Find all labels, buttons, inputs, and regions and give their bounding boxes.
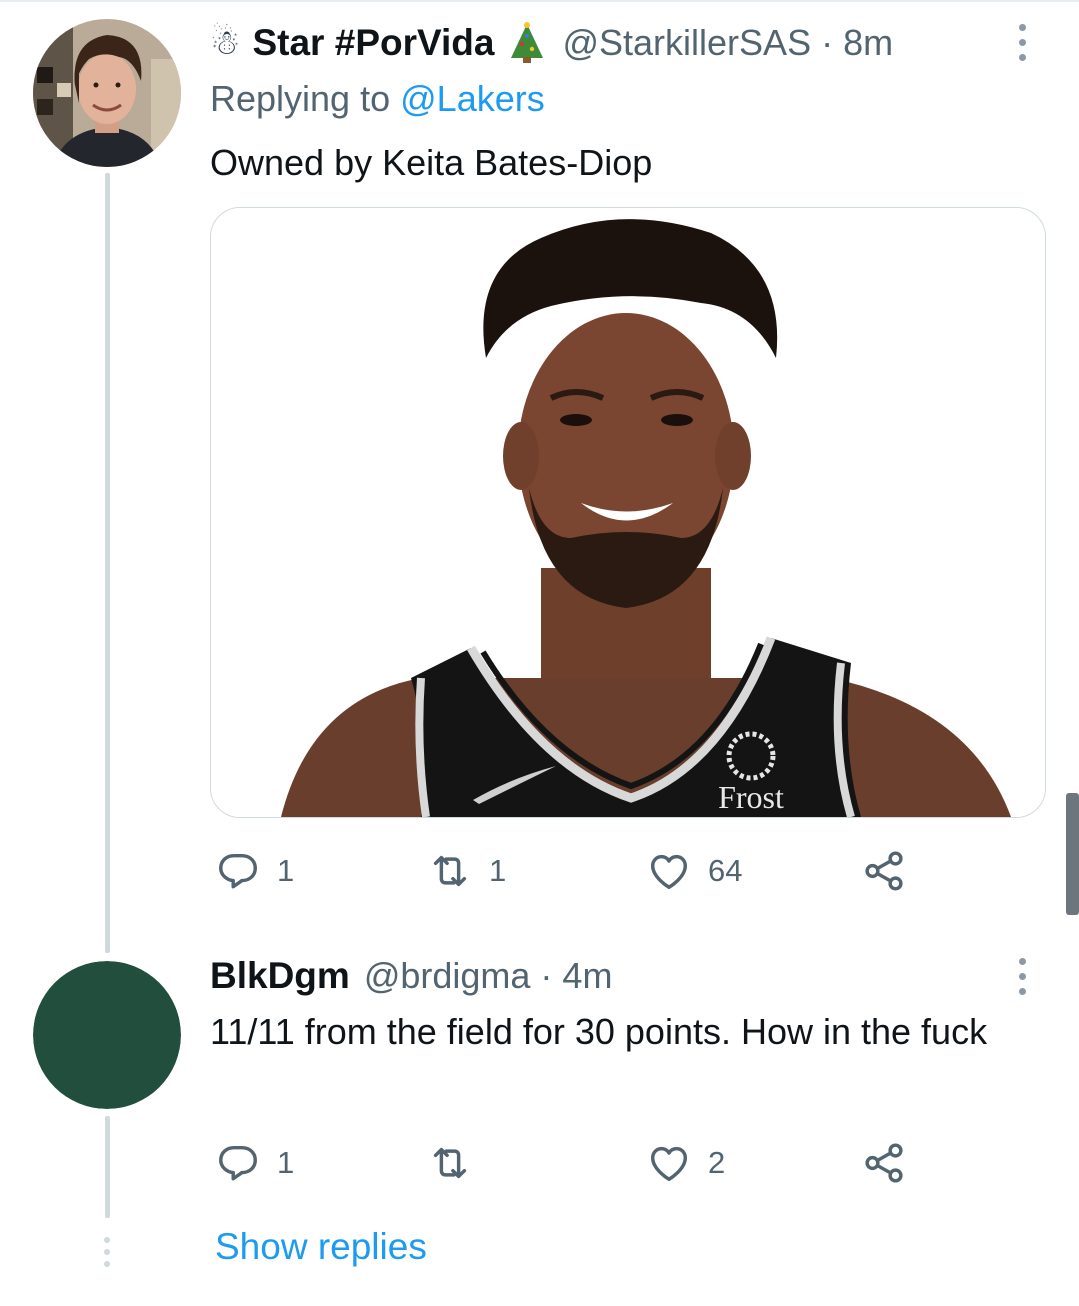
display-name[interactable]: BlkDgm: [210, 955, 350, 997]
tweet-media-image[interactable]: Frost: [210, 207, 1046, 818]
reply-icon: [219, 1145, 257, 1181]
share-icon: [865, 1143, 903, 1183]
tweet-header: BlkDgm @brdigma · 4m: [210, 953, 612, 999]
handle[interactable]: @brdigma: [364, 955, 531, 997]
handle[interactable]: @StarkillerSAS: [562, 22, 811, 64]
share-button[interactable]: [861, 848, 907, 894]
timestamp[interactable]: 8m: [843, 22, 893, 64]
like-button[interactable]: 64: [646, 848, 742, 894]
share-icon: [865, 851, 903, 891]
thread-line: [105, 1116, 110, 1218]
show-replies-link[interactable]: Show replies: [215, 1226, 427, 1268]
display-name[interactable]: ☃ Star #PorVida: [210, 22, 546, 64]
more-options-icon[interactable]: [1019, 24, 1026, 61]
like-icon: [650, 1146, 688, 1182]
more-options-icon[interactable]: [1019, 958, 1026, 995]
separator-dot: ·: [821, 22, 834, 63]
player-portrait-image: Frost: [211, 208, 1045, 817]
retweet-icon: [433, 855, 467, 887]
display-name-text: Star #PorVida: [252, 22, 495, 63]
reply-button[interactable]: 1: [215, 848, 294, 894]
thread-line: [105, 173, 110, 953]
avatar-photo: [33, 961, 181, 1109]
replying-to-link[interactable]: @Lakers: [400, 78, 545, 119]
retweet-button[interactable]: 1: [427, 848, 506, 894]
avatar-fill: [33, 961, 181, 1109]
retweet-count: 1: [489, 853, 507, 888]
snowman-emoji-icon: ☃: [210, 24, 241, 62]
tweet-text: Owned by Keita Bates-Diop: [210, 142, 653, 183]
like-count: 2: [708, 1145, 726, 1180]
scrollbar-thumb[interactable]: [1066, 793, 1079, 915]
replying-to-prefix: Replying to: [210, 78, 391, 119]
christmas-tree-emoji-icon: [508, 22, 546, 64]
like-count: 64: [708, 853, 743, 888]
retweet-icon: [433, 1147, 467, 1179]
tweet-header: ☃ Star #PorVida @StarkillerSAS · 8m: [210, 20, 893, 66]
reply-count: 1: [277, 853, 295, 888]
thread-continuation-dots: [104, 1237, 110, 1267]
timestamp[interactable]: 4m: [562, 955, 612, 997]
avatar[interactable]: [33, 19, 181, 167]
like-button[interactable]: 2: [646, 1140, 725, 1186]
share-button[interactable]: [861, 1140, 907, 1186]
reply-button[interactable]: 1: [215, 1140, 294, 1186]
tweet-text: 11/11 from the field for 30 points. How …: [210, 1011, 988, 1052]
jersey-logo-text: Frost: [718, 779, 784, 815]
replying-to: Replying to @Lakers: [210, 78, 545, 120]
reply-count: 1: [277, 1145, 295, 1180]
like-icon: [650, 854, 688, 890]
separator-dot: ·: [540, 955, 553, 996]
avatar[interactable]: [33, 961, 181, 1109]
retweet-button[interactable]: [427, 1140, 489, 1186]
reply-icon: [219, 853, 257, 889]
top-divider: [0, 0, 1079, 2]
avatar-photo: [33, 19, 181, 167]
